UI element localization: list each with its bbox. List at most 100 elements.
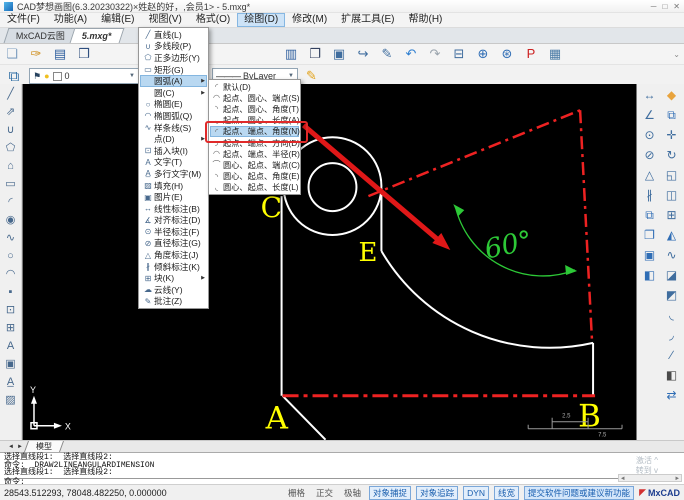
join-icon[interactable]: ⇄: [662, 386, 681, 405]
polyline-icon[interactable]: ∪: [2, 122, 20, 139]
erase-icon[interactable]: ◆: [662, 86, 681, 105]
toggle-grid[interactable]: 栅格: [285, 487, 308, 499]
tab-5mxg[interactable]: 5.mxg*: [70, 28, 124, 43]
draw-rectangle[interactable]: ▭ 矩形(G): [140, 64, 207, 76]
layer-combo[interactable]: ⚑ ● 0 ▼: [29, 68, 139, 84]
draw-diameter-dim[interactable]: ⊘ 直径标注(G): [140, 238, 207, 250]
paste-special-icon[interactable]: ◧: [640, 266, 659, 285]
copy-icon[interactable]: ⧉: [662, 106, 681, 125]
toggle-lineweight[interactable]: 线宽: [494, 486, 519, 500]
draw-mtext[interactable]: A̲ 多行文字(M): [140, 168, 207, 180]
text-icon[interactable]: A: [2, 338, 20, 355]
draw-oblique-dim[interactable]: ∦ 倾斜标注(K): [140, 261, 207, 273]
radius-dim-icon[interactable]: ⊙: [640, 126, 659, 145]
arc-default[interactable]: ◜ 默认(D): [210, 81, 299, 92]
draw-circle[interactable]: 圆(C) ▶: [140, 87, 207, 99]
tab-prev-icon[interactable]: ◄: [8, 444, 14, 450]
menubar-edit[interactable]: 编辑(E): [94, 13, 141, 27]
web-share-icon[interactable]: ⊛: [498, 46, 516, 62]
draw-pencil-icon[interactable]: ✎: [306, 68, 317, 84]
open-folder-icon[interactable]: ❒: [75, 46, 93, 62]
line-icon[interactable]: ╱: [2, 86, 20, 103]
model-tab[interactable]: 模型: [24, 441, 64, 452]
move-icon[interactable]: ✛: [662, 126, 681, 145]
save-icon[interactable]: ▤: [51, 46, 69, 62]
redo-icon[interactable]: ↷: [426, 46, 444, 62]
export-icon[interactable]: ↪: [354, 46, 372, 62]
toggle-dyn[interactable]: DYN: [463, 486, 489, 500]
draw-line[interactable]: ╱ 直线(L): [140, 29, 207, 41]
angular-dim-icon[interactable]: △: [640, 166, 659, 185]
aligned-dim-icon[interactable]: ∠: [640, 106, 659, 125]
command-scrollbar[interactable]: ◄ ►: [618, 474, 682, 482]
clipboard-copy-icon[interactable]: ❐: [640, 226, 659, 245]
match-properties-icon[interactable]: ⧉: [640, 206, 659, 225]
arc-start-center-angle[interactable]: ◝ 起点、圆心、角度(T): [210, 103, 299, 114]
menubar-help[interactable]: 帮助(H): [402, 13, 450, 27]
draw-insert-block[interactable]: ⊡ 插入块(I): [140, 145, 207, 157]
draw-radius-dim[interactable]: ⊙ 半径标注(F): [140, 226, 207, 238]
feedback-link[interactable]: 提交软件问题或建议新功能: [524, 486, 634, 500]
activate-link[interactable]: 激活 ^: [636, 456, 658, 466]
draw-spline[interactable]: ∿ 样条线(S): [140, 122, 207, 134]
circle-icon[interactable]: ◉: [2, 212, 20, 229]
menubar-modify[interactable]: 修改(M): [285, 13, 334, 27]
polygon-icon[interactable]: ⬠: [2, 140, 20, 157]
arc-center-start-length[interactable]: ◟ 圆心、起点、长度(L): [210, 182, 299, 193]
rotate-icon[interactable]: ↻: [662, 146, 681, 165]
tab-mxcad-cloud[interactable]: MxCAD云图: [4, 28, 78, 43]
pdf-export-icon[interactable]: P: [522, 46, 540, 62]
fillet-icon[interactable]: ◟: [662, 306, 681, 325]
draw-ellipse[interactable]: ○ 椭圆(E): [140, 99, 207, 111]
wblock-icon[interactable]: ⊞: [2, 320, 20, 337]
save-as-icon[interactable]: ▥: [282, 46, 300, 62]
ray-icon[interactable]: ⇗: [2, 104, 20, 121]
insert-block-icon[interactable]: ⊡: [2, 302, 20, 319]
draw-polygon[interactable]: ⬠ 正多边形(Y): [140, 52, 207, 64]
arc-center-start-angle[interactable]: ◝ 圆心、起点、角度(E): [210, 171, 299, 182]
menubar-file[interactable]: 文件(F): [0, 13, 47, 27]
draw-hatch[interactable]: ▨ 填充(H): [140, 180, 207, 192]
draw-ellipse-arc[interactable]: ◠ 椭圆弧(Q): [140, 110, 207, 122]
arc-icon[interactable]: ◜: [2, 194, 20, 211]
draw-revcloud[interactable]: ☁ 云线(Y): [140, 284, 207, 296]
scroll-right-icon[interactable]: ►: [675, 475, 679, 482]
toolbar-overflow-icon[interactable]: ⌄: [673, 50, 680, 59]
ellipse-arc-icon[interactable]: ◠: [2, 266, 20, 283]
diameter-dim-icon[interactable]: ⊘: [640, 146, 659, 165]
ellipse-icon[interactable]: ○: [2, 248, 20, 265]
print-icon[interactable]: ⊟: [450, 46, 468, 62]
minimize-button[interactable]: ─: [651, 2, 657, 11]
draw-block[interactable]: ⊞ 块(K) ▶: [140, 272, 207, 284]
spline-icon[interactable]: ∿: [2, 230, 20, 247]
save-edit-icon[interactable]: ✎: [378, 46, 396, 62]
mtext-icon[interactable]: A̲: [2, 374, 20, 391]
workspace-icon[interactable]: ❐: [306, 46, 324, 62]
image-export-icon[interactable]: ▦: [546, 46, 564, 62]
draw-point[interactable]: 点(D) ▶: [140, 133, 207, 145]
break-icon[interactable]: ∕: [662, 346, 681, 365]
menubar-format[interactable]: 格式(O): [189, 13, 237, 27]
close-button[interactable]: ✕: [673, 2, 680, 11]
trim-icon[interactable]: ◪: [662, 266, 681, 285]
toggle-otrack[interactable]: 对象追踪: [416, 486, 458, 500]
menubar-view[interactable]: 视图(V): [141, 13, 188, 27]
draw-text[interactable]: A 文字(T): [140, 157, 207, 169]
new-file-icon[interactable]: ❏: [3, 46, 21, 62]
image-insert-icon[interactable]: ▣: [2, 356, 20, 373]
mirror-icon[interactable]: ◭: [662, 226, 681, 245]
drawing-canvas[interactable]: 60° C E A B 2.5 7.5: [22, 84, 637, 440]
draw-linear-dim[interactable]: ↔ 线性标注(B): [140, 203, 207, 215]
arc-start-end-radius[interactable]: ◠ 起点、端点、半径(R): [210, 148, 299, 159]
chamfer-icon[interactable]: ◞: [662, 326, 681, 345]
style-brush-icon[interactable]: ✑: [27, 46, 45, 62]
arc-start-center-end[interactable]: ◠ 起点、圆心、端点(S): [210, 92, 299, 103]
menubar-draw[interactable]: 绘图(D): [237, 13, 285, 27]
menubar-function[interactable]: 功能(A): [47, 13, 94, 27]
layer-manager-icon[interactable]: ⧉: [3, 68, 25, 85]
point-icon[interactable]: ▪: [2, 284, 20, 301]
command-panel[interactable]: 选择直线段1: 选择直线段2:命令: _DRAW2LINEANGULARDIME…: [0, 452, 684, 484]
draw-image[interactable]: ▣ 图片(E): [140, 191, 207, 203]
draw-annotation[interactable]: ✎ 批注(Z): [140, 296, 207, 308]
clipboard-paste-icon[interactable]: ▣: [640, 246, 659, 265]
